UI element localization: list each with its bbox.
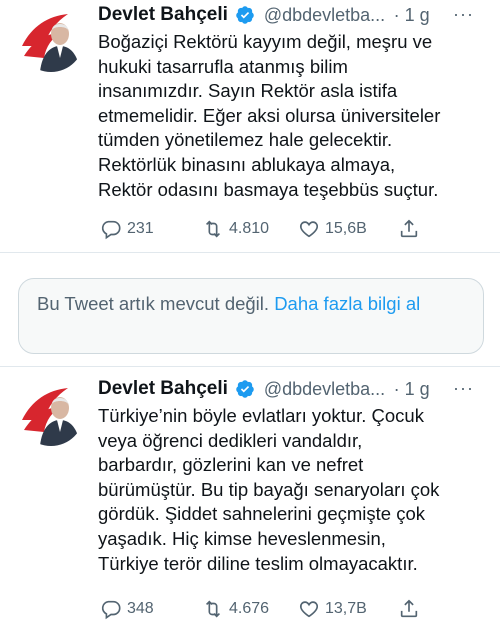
author-name[interactable]: Devlet Bahçeli (98, 4, 228, 26)
share-button[interactable] (398, 598, 425, 620)
like-button[interactable]: 13,7B (298, 598, 367, 620)
tweet-time[interactable]: · 1 g (394, 5, 430, 26)
like-button[interactable]: 15,6B (298, 218, 367, 240)
author-name[interactable]: Devlet Bahçeli (98, 378, 228, 400)
retweet-count: 4.676 (229, 600, 270, 617)
reply-count: 348 (127, 600, 154, 617)
more-icon[interactable]: ··· (453, 4, 474, 25)
tweet-unavailable-notice: Bu Tweet artık mevcut değil. Daha fazla … (18, 278, 484, 354)
like-count: 15,6B (325, 220, 367, 237)
like-icon (299, 221, 319, 238)
tweet-time[interactable]: · 1 g (394, 379, 430, 400)
more-icon[interactable]: ··· (453, 378, 474, 399)
learn-more-link[interactable]: Daha fazla bilgi al (274, 293, 420, 314)
retweet-button[interactable]: 4.810 (202, 218, 269, 240)
unavailable-text: Bu Tweet artık mevcut değil. (37, 293, 270, 314)
reply-button[interactable]: 231 (100, 218, 154, 240)
like-count: 13,7B (325, 600, 367, 617)
share-icon (400, 599, 418, 618)
tweet-header: Devlet Bahçeli @dbdevletba... · 1 g ··· (98, 4, 486, 30)
reply-icon (101, 600, 121, 620)
retweet-icon (205, 600, 221, 618)
tweet-actions: 348 4.676 13,7B (98, 598, 430, 624)
verified-badge-icon (236, 380, 255, 398)
retweet-icon (205, 220, 221, 238)
share-button[interactable] (398, 218, 425, 240)
avatar[interactable] (18, 6, 84, 72)
retweet-count: 4.810 (229, 220, 270, 237)
reply-count: 231 (127, 220, 154, 237)
author-handle[interactable]: @dbdevletba... (264, 379, 385, 400)
tweet[interactable]: Devlet Bahçeli @dbdevletba... · 1 g ··· … (0, 366, 500, 632)
reply-icon (101, 220, 121, 240)
divider (0, 252, 500, 253)
tweet[interactable]: Devlet Bahçeli @dbdevletba... · 1 g ··· … (0, 0, 500, 252)
retweet-button[interactable]: 4.676 (202, 598, 269, 620)
tweet-text: Boğaziçi Rektörü kayyım değil, meşru ve … (98, 31, 441, 200)
reply-button[interactable]: 348 (100, 598, 154, 620)
avatar[interactable] (18, 380, 84, 446)
author-handle[interactable]: @dbdevletba... (264, 5, 385, 26)
tweet-text: Türkiye’nin böyle evlatları yoktur. Çocu… (98, 405, 440, 574)
tweet-header: Devlet Bahçeli @dbdevletba... · 1 g ··· (98, 378, 486, 404)
share-icon (400, 219, 418, 238)
like-icon (299, 601, 319, 618)
verified-badge-icon (236, 6, 255, 24)
tweet-actions: 231 4.810 15,6B (98, 218, 430, 244)
